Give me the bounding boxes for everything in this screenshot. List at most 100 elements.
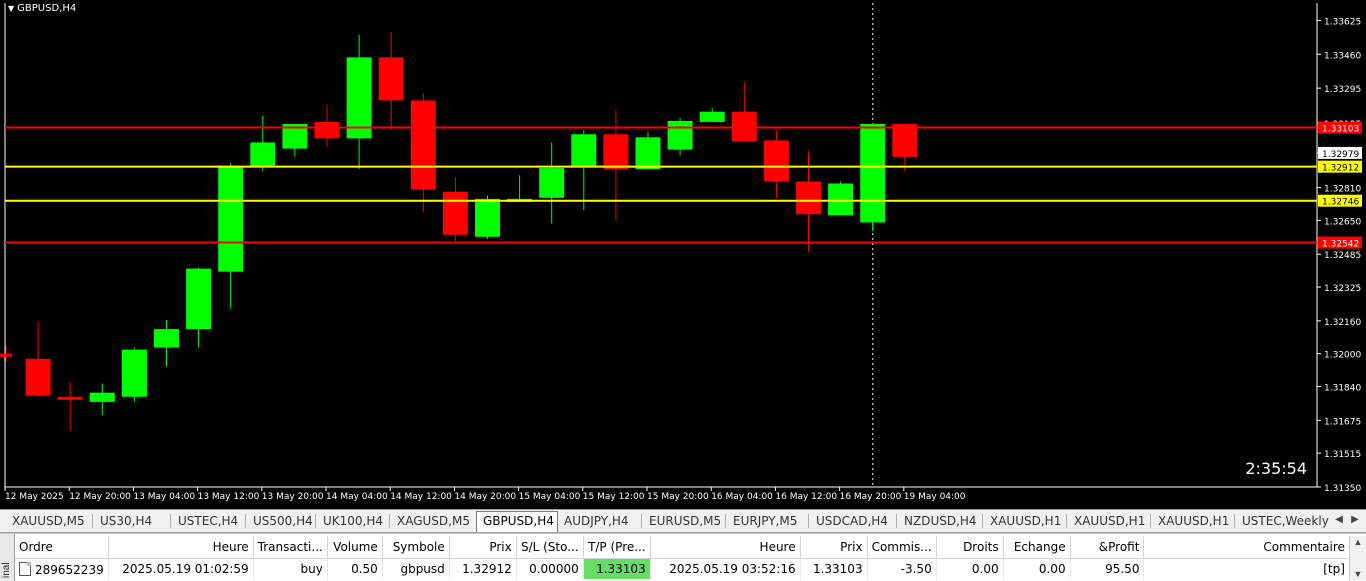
tab-ustec-h4[interactable]: USTEC,H4	[172, 512, 245, 530]
y-tick-label: 1.33625	[1324, 17, 1361, 27]
chart-tabs-bar: XAUUSD,M5 US30,H4 USTEC,H4 US500,H4 UK100,H4…	[0, 509, 1366, 533]
candle-body	[121, 349, 147, 397]
y-tick-label: 1.32325	[1324, 284, 1361, 294]
candle-body	[860, 124, 886, 223]
tab-audjpy-h4[interactable]: AUDJPY,H4	[558, 512, 641, 530]
candle-body	[346, 57, 372, 139]
column-header[interactable]: Prix	[800, 536, 868, 559]
x-tick-label: 15 May 12:00	[583, 492, 645, 502]
tab-us30-h4[interactable]: US30,H4	[94, 512, 170, 530]
tab-xauusd-h1[interactable]: XAUUSD,H1	[1068, 512, 1150, 530]
y-tick-label: 1.32810	[1324, 185, 1361, 195]
candle-body	[25, 358, 51, 396]
x-tick-label: 12 May 20:00	[69, 492, 131, 502]
cell-droits: 0.00	[936, 558, 1004, 579]
table-row[interactable]: 289652239 2025.05.19 01:02:59 buy 0.50 gbpus…	[15, 558, 1366, 579]
column-header[interactable]: Prix	[449, 536, 517, 559]
orders-table: Ordre Heure Transacti... Volume Symbole Prix S…	[15, 536, 1366, 579]
column-header[interactable]: Commentaire	[1143, 536, 1350, 559]
column-header[interactable]: Symbole	[382, 536, 450, 559]
tab-xauusd-h1[interactable]: XAUUSD,H1	[1152, 512, 1234, 530]
candle-body	[186, 268, 212, 330]
price-label: 1.32912	[1322, 164, 1359, 174]
tab-ustec-weekly[interactable]: USTEC,Weekly	[1236, 512, 1329, 530]
x-tick-label: 13 May 20:00	[262, 492, 324, 502]
order-cell: 289652239	[15, 558, 109, 579]
column-header[interactable]: Heure	[108, 536, 254, 559]
column-header[interactable]: S/L (Sto...	[516, 536, 584, 559]
column-header[interactable]: T/P (Pre...	[583, 536, 651, 559]
terminal-scrollbar[interactable]: ▲ ▼	[1349, 536, 1366, 580]
tab-uk100-h4[interactable]: UK100,H4	[317, 512, 389, 530]
column-header[interactable]: Commis...	[867, 536, 937, 559]
chart-menu-triangle-icon[interactable]: ▼	[8, 4, 14, 13]
tabs-scroll-right-icon[interactable]: ▶	[1348, 512, 1362, 528]
price-label: 1.32746	[1322, 198, 1359, 208]
scroll-up-icon[interactable]: ▲	[1350, 536, 1366, 548]
candle-body	[539, 168, 565, 198]
candle-body	[378, 57, 404, 101]
column-header[interactable]: Heure	[650, 536, 801, 559]
cell-symbole: gbpusd	[382, 558, 450, 579]
tab-eurjpy-m5[interactable]: EURJPY,M5	[727, 512, 808, 530]
terminal-panel: inal Ordre Heure Transacti... Volume Symbole…	[0, 533, 1366, 581]
y-tick-label: 1.31675	[1324, 417, 1361, 427]
tab-separator	[245, 514, 246, 528]
cell-heure: 2025.05.19 01:02:59	[108, 558, 254, 579]
column-header[interactable]: Ordre	[15, 536, 109, 559]
x-tick-label: 16 May 12:00	[775, 492, 837, 502]
price-label: 1.33103	[1322, 124, 1359, 134]
y-tick-label: 1.33295	[1324, 85, 1361, 95]
tab-separator	[170, 514, 171, 528]
candle-body	[218, 167, 244, 272]
y-tick-label: 1.32650	[1324, 217, 1361, 227]
price-label: 1.32542	[1322, 240, 1359, 250]
candle-body	[314, 121, 340, 139]
tab-separator	[896, 514, 897, 528]
cell-transacti: buy	[253, 558, 328, 579]
column-header[interactable]: Transacti...	[253, 536, 328, 559]
tab-us500-h4[interactable]: US500,H4	[247, 512, 315, 530]
tab-separator	[315, 514, 316, 528]
tab-separator	[982, 514, 983, 528]
candle-body	[667, 120, 693, 150]
candlestick-chart[interactable]: 1.336251.334601.332951.331251.329791.328…	[0, 0, 1366, 509]
tab-xagusd-m5[interactable]: XAGUSD,M5	[391, 512, 474, 530]
tab-separator	[1234, 514, 1235, 528]
y-tick-label: 1.32000	[1324, 351, 1361, 361]
cell-commis: -3.50	[867, 558, 937, 579]
scroll-down-icon[interactable]: ▼	[1350, 568, 1366, 580]
tab-eurusd-m5[interactable]: EURUSD,M5	[643, 512, 725, 530]
tab-gbpusd-h4[interactable]: GBPUSD,H4	[476, 511, 558, 532]
tab-usdcad-h4[interactable]: USDCAD,H4	[810, 512, 896, 530]
tab-separator	[1066, 514, 1067, 528]
document-icon	[19, 561, 31, 576]
x-tick-label: 19 May 04:00	[904, 492, 966, 502]
tab-separator	[1150, 514, 1151, 528]
column-header[interactable]: Volume	[327, 536, 383, 559]
column-header[interactable]: Droits	[936, 536, 1004, 559]
tab-xauusd-m5[interactable]: XAUUSD,M5	[6, 512, 92, 530]
tab-xauusd-h1[interactable]: XAUUSD,H1	[984, 512, 1066, 530]
x-tick-label: 13 May 12:00	[198, 492, 260, 502]
x-tick-label: 12 May 2025	[5, 492, 64, 502]
order-id: 289652239	[35, 562, 104, 577]
candle-body	[796, 181, 821, 215]
candle-body	[635, 137, 661, 170]
cell-commentaire: [tp]	[1143, 558, 1350, 579]
cell-volume: 0.50	[327, 558, 383, 579]
candle-body	[0, 353, 12, 357]
tab-nzdusd-h4[interactable]: NZDUSD,H4	[898, 512, 982, 530]
tab-separator	[92, 514, 93, 528]
column-header[interactable]: &Profit	[1070, 536, 1145, 559]
column-header[interactable]: Echange	[1003, 536, 1071, 559]
chart-window[interactable]: 1.336251.334601.332951.331251.329791.328…	[0, 0, 1366, 509]
y-tick-label: 1.32160	[1324, 318, 1361, 328]
x-tick-label: 14 May 20:00	[454, 492, 516, 502]
terminal-side-label[interactable]: inal	[0, 534, 15, 581]
y-tick-label: 1.32485	[1324, 251, 1361, 261]
y-tick-label: 1.31350	[1324, 484, 1361, 494]
candle-body	[442, 191, 468, 235]
y-tick-label: 1.33460	[1324, 51, 1361, 61]
tabs-scroll-left-icon[interactable]: ◀	[1332, 512, 1346, 528]
